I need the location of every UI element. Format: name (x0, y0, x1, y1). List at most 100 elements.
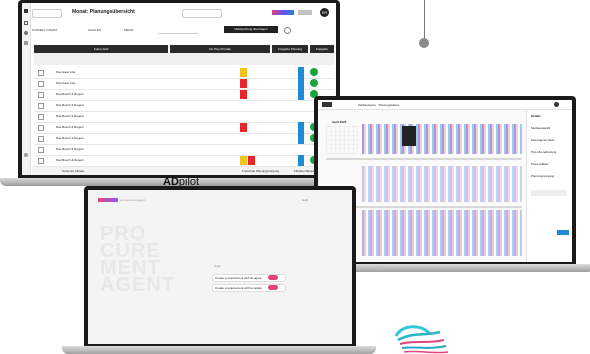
avatar[interactable] (554, 102, 559, 107)
divider (326, 158, 522, 160)
row-label: Das Bosch & Regent (56, 136, 84, 140)
row-checkbox[interactable] (38, 114, 44, 120)
menu-icon[interactable] (24, 9, 28, 13)
panel-item[interactable]: Kampagnen-Start (531, 138, 555, 142)
laptop-2-screen: Zeitbausteine · Planungsstatus April 202… (318, 100, 572, 262)
row-checkbox[interactable] (38, 81, 44, 87)
header: Monat: Planungsübersicht ER (32, 7, 332, 19)
app-logo (322, 102, 332, 107)
status-cell (240, 123, 247, 132)
filter-input[interactable] (158, 27, 198, 34)
row-checkbox[interactable] (38, 103, 44, 109)
transfer-button[interactable]: Marktprüfung übertragen (224, 26, 278, 33)
section-header-3: Freigabe Planung (272, 45, 308, 53)
status-cell (298, 89, 304, 100)
row-label: Das Bosch & Regent (56, 114, 84, 118)
connector-dot (419, 38, 429, 48)
calendar-month: April 2023 (332, 120, 347, 124)
adpilot-label-rest: pilot (178, 176, 200, 188)
footer-bar: Sortieren Filtrate Freischalt Planungsvo… (32, 167, 336, 175)
panel-button[interactable] (557, 230, 569, 235)
filter-branches[interactable]: FILIALEN (88, 28, 101, 32)
column-header-row (34, 53, 334, 65)
section-header-1: Kultur-Grid (34, 45, 168, 53)
search-input[interactable] (182, 9, 222, 18)
page-title: Monat: Planungsübersicht (72, 9, 135, 15)
timeline-block[interactable] (402, 126, 416, 146)
panel-item[interactable]: Prio-Überarbeitung (531, 150, 556, 154)
view-select[interactable] (32, 9, 62, 18)
sidebar (22, 3, 31, 175)
row-label: Das Bosch & Regent (56, 103, 84, 107)
panel-item[interactable]: Preis-Aufbau (531, 162, 548, 166)
help-link[interactable]: Help (302, 198, 308, 202)
panel-item[interactable]: Mediaauswahl (531, 126, 550, 130)
details-panel: Details Mediaauswahl Kampagnen-Start Pri… (526, 110, 572, 262)
avatar[interactable]: ER (320, 8, 329, 17)
brand-logo (272, 10, 294, 15)
adpilot-label-bold: AD (163, 176, 179, 188)
row-label: Das Bosch & Regent (56, 147, 84, 151)
status-cell (240, 68, 247, 77)
filter-customer[interactable]: KUNDEN: GTEAM (32, 28, 57, 32)
row-checkbox[interactable] (38, 70, 44, 76)
jellyfish-logo (394, 325, 449, 354)
laptop-3-base (62, 346, 376, 354)
settings-icon[interactable] (24, 153, 28, 157)
status-cell (240, 90, 247, 99)
filter-bar: KUNDEN: GTEAM FILIALEN MEDIA Marktprüfun… (32, 25, 332, 35)
home-icon[interactable] (24, 21, 28, 25)
status-cell (298, 78, 304, 89)
row-checkbox[interactable] (38, 147, 44, 153)
section-header-2: On Pixel Portale (170, 45, 270, 53)
panel-input[interactable] (531, 190, 567, 196)
status-cell (298, 155, 304, 166)
hero-word: AGENT (100, 274, 175, 296)
calendar-grid[interactable] (326, 126, 358, 154)
row-label: Das Bosch & Regent (56, 125, 84, 129)
hero-words: PRO CURE MENT AGENT (100, 224, 175, 296)
prompt-text: Hallo (214, 264, 221, 268)
approval-dot[interactable] (310, 68, 318, 76)
status-cell (240, 156, 247, 165)
status-cell (298, 133, 304, 144)
status-cell (240, 79, 247, 88)
row-checkbox[interactable] (38, 136, 44, 142)
template-action-badge (268, 285, 278, 290)
ai-action-badge (268, 275, 278, 280)
partner-logo (298, 10, 312, 15)
footer-button-1[interactable]: Freischalt Planungsvorgang (242, 169, 279, 173)
status-cell (298, 122, 304, 133)
brand-name: procurement agent (120, 198, 146, 202)
row-checkbox[interactable] (38, 125, 44, 131)
brand-logo (98, 198, 118, 202)
row-label: Das Haus Lilie (56, 70, 76, 74)
user-icon[interactable] (24, 31, 28, 35)
laptop-1-screen: Monat: Planungsübersicht ER KUNDEN: GTEA… (22, 3, 336, 175)
status-cell (248, 156, 255, 165)
adpilot-label: ADpilot (163, 176, 199, 188)
info-icon[interactable] (284, 27, 291, 34)
page-title: Zeitbausteine · Planungsstatus (358, 103, 400, 107)
connector-line (424, 0, 425, 40)
footer-left[interactable]: Sortieren Filtrate (62, 169, 84, 173)
row-label: Das Haus Lilie (56, 81, 76, 85)
laptop-3-screen: procurement agent Help PRO CURE MENT AGE… (88, 190, 352, 344)
table-body: Das Haus Lilie Das Haus Lilie Das Bosch … (34, 67, 334, 167)
row-checkbox[interactable] (38, 158, 44, 164)
timeline-band[interactable] (362, 210, 522, 256)
status-cell (298, 67, 304, 78)
row-label: Das Bosch & Regent (56, 92, 84, 96)
timeline-band[interactable] (362, 166, 522, 202)
filter-media[interactable]: MEDIA (124, 28, 134, 32)
panel-title: Details (531, 114, 541, 118)
row-checkbox[interactable] (38, 92, 44, 98)
approval-dot[interactable] (310, 79, 318, 87)
table-row[interactable]: Das Bosch & Regent (34, 155, 334, 167)
section-header-4: Freigabe Bildauswahl (310, 45, 334, 53)
panel-item[interactable]: Planungsvorgang (531, 174, 554, 178)
row-label: Das Bosch & Regent (56, 158, 84, 162)
chart-icon[interactable] (24, 41, 28, 45)
timeline-band[interactable] (362, 124, 522, 154)
header: Zeitbausteine · Planungsstatus (318, 100, 572, 110)
